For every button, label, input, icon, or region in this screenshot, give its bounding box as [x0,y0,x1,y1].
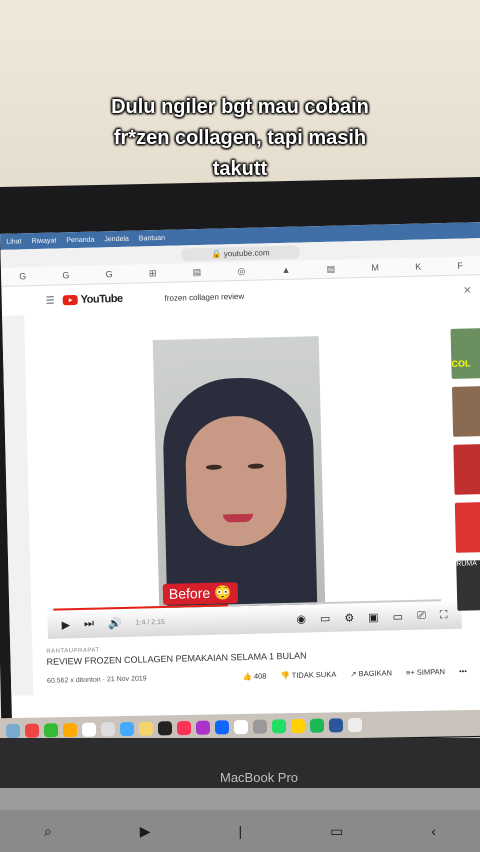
app-icon[interactable] [62,722,78,738]
caption-line-3: takutt [212,158,268,180]
bookmark-gmail-icon[interactable]: M [371,263,379,273]
caption-line-2: fr*zen collagen, tapi masih [113,127,367,149]
finder-icon[interactable] [5,723,21,739]
pages-icon[interactable] [233,719,249,735]
dislike-button[interactable]: 👎 TIDAK SUKA [280,670,336,680]
laptop-brand-label: MacBook Pro [220,770,299,785]
stats-row: 60.562 x ditonton · 21 Nov 2019 👍 408 👎 … [47,667,467,686]
share-icon: ↗ [350,669,359,679]
menu-jendela[interactable]: Jendela [104,235,129,243]
settings-icon[interactable] [252,719,268,734]
url-text: youtube.com [223,247,270,258]
brightness-key-icon[interactable]: ▭ [330,823,343,840]
back-key-icon[interactable]: ‹ [431,823,436,839]
sidebar-thumbnail[interactable] [451,385,480,437]
lock-icon: 🔒 [211,248,224,259]
youtube-logo-text: YouTube [80,292,123,306]
whatsapp-icon[interactable] [271,719,287,734]
emoji-icon: 😳 [213,584,232,601]
address-bar[interactable]: 🔒 youtube.com [181,245,300,261]
action-buttons: 👍 408 👎 TIDAK SUKA ↗ BAGIKAN ≡+ SIMPAN •… [242,667,467,681]
thumbs-down-icon: 👎 [280,670,292,681]
share-button[interactable]: ↗ BAGIKAN [350,668,392,678]
search-key-icon[interactable]: ⌕ [44,823,52,840]
music-icon[interactable] [176,720,192,736]
play-icon[interactable]: ▶ [61,618,70,631]
video-caption: Dulu ngiler bgt mau cobain fr*zen collag… [40,92,440,185]
podcast-icon[interactable] [195,720,211,735]
cast-icon[interactable]: ⎚ [417,609,426,622]
app-icon[interactable] [43,723,59,738]
miniplayer-icon[interactable]: ▣ [368,610,379,623]
bar-key-icon[interactable]: | [239,823,243,839]
bookmark-f-icon[interactable]: F [457,261,463,271]
close-icon[interactable]: ✕ [463,285,472,296]
thumbs-up-icon: 👍 [242,671,255,682]
bookmark-k-icon[interactable]: K [415,262,421,272]
playlist-add-icon: ≡+ [405,667,417,678]
hamburger-menu-icon[interactable]: ☰ [46,295,55,306]
bookmark-docs-icon[interactable]: ▤ [193,266,202,277]
bookmark-google-icon[interactable]: G [106,269,113,279]
sidebar-thumbnail[interactable] [454,501,480,553]
trash-icon[interactable] [347,717,363,733]
face-shape [184,414,288,548]
save-button[interactable]: ≡+ SIMPAN [406,667,445,677]
bookmark-sheets-icon[interactable]: ▤ [327,263,336,274]
video-meta: RANTAUPRAPAT REVIEW FROZEN COLLAGEN PEMA… [46,639,467,686]
fullscreen-icon[interactable]: ⛶ [440,609,448,622]
search-input[interactable]: frozen collagen review [164,291,244,302]
youtube-logo[interactable]: YouTube [62,292,123,306]
sidebar-thumbnail[interactable] [453,443,480,495]
appstore-icon[interactable] [214,720,230,735]
left-eye [205,464,222,470]
chrome-icon[interactable] [290,718,306,734]
settings-gear-icon[interactable]: ⚙ [344,611,354,624]
menu-penanda[interactable]: Penanda [66,236,94,244]
bookmark-google-icon[interactable]: G [62,270,69,280]
bookmark-chrome-icon[interactable]: ◎ [237,265,245,276]
theater-icon[interactable]: ▭ [392,610,403,623]
menu-lihat[interactable]: Lihat [6,238,21,245]
bookmark-google-icon[interactable]: G [19,271,26,281]
view-stats: 60.562 x ditonton · 21 Nov 2019 [46,675,147,685]
next-icon[interactable]: ⏭ [84,617,94,630]
subtitles-icon[interactable]: ▭ [320,611,331,624]
lips [222,513,254,523]
word-icon[interactable] [328,718,344,733]
app-icon[interactable] [24,723,40,738]
calendar-icon[interactable] [81,722,97,737]
more-button[interactable]: ••• [459,667,467,676]
bookmark-drive-icon[interactable]: ▲ [281,265,290,275]
spotify-icon[interactable] [309,718,325,733]
like-button[interactable]: 👍 408 [242,671,266,681]
before-label: Before 😳 [162,582,238,605]
recommendations-sidebar: COL RUMA [450,327,480,619]
video-player[interactable]: Before 😳 ▶ ⏭ 🔊 1:4 / 2:15 ◉ ▭ ⚙ ▣ ▭ ⎚ ⛶ [40,333,462,643]
caption-line-1: Dulu ngiler bgt mau cobain [111,96,369,118]
menu-bantuan[interactable]: Bantuan [139,234,165,242]
app-icon[interactable] [119,721,135,737]
play-key-icon[interactable]: ▶ [140,823,151,840]
volume-icon[interactable]: 🔊 [108,617,122,630]
sidebar-thumbnail[interactable]: COL [450,327,480,379]
video-frame[interactable]: Before 😳 [152,336,326,609]
youtube-play-icon [62,294,78,306]
laptop-screen: Lihat Riwayat Penanda Jendela Bantuan 🔒 … [0,222,480,734]
sidebar-thumbnail[interactable]: RUMA [456,559,480,611]
right-eye [247,463,264,469]
menu-riwayat[interactable]: Riwayat [31,237,56,245]
tv-icon[interactable] [157,721,173,736]
touchbar-keys: ⌕ ▶ | ▭ ‹ [0,810,480,852]
bookmark-grid-icon[interactable]: ⊞ [149,268,157,279]
notes-icon[interactable] [138,721,154,736]
app-icon[interactable] [100,722,116,737]
time-display: 1:4 / 2:15 [135,618,165,627]
autoplay-toggle[interactable]: ◉ [296,612,306,625]
